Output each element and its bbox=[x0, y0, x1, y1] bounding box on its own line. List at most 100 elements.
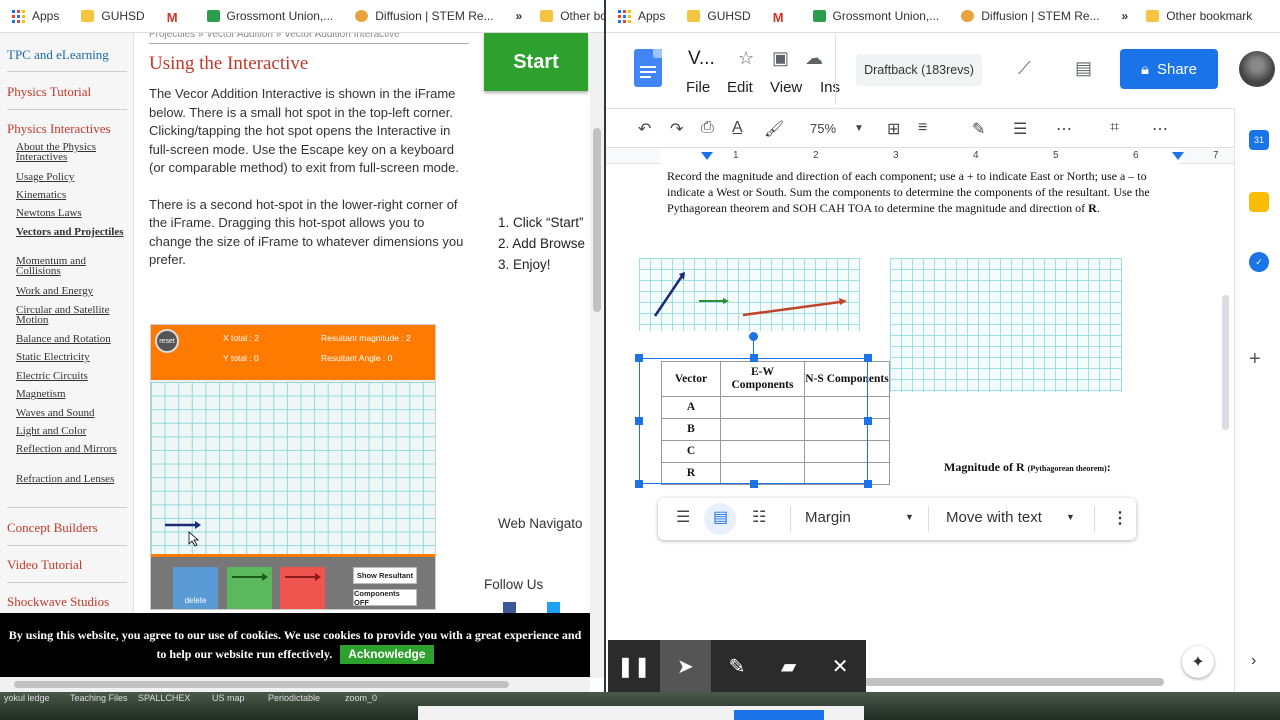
chevron-right-icon[interactable]: › bbox=[1251, 652, 1256, 670]
pointer-icon[interactable]: ➤ bbox=[659, 640, 712, 692]
resize-handle[interactable] bbox=[864, 417, 872, 425]
menu-view[interactable]: View bbox=[770, 79, 802, 96]
document-page[interactable]: Record the magnitude and direction of ea… bbox=[626, 165, 1218, 617]
bookmark-gmail[interactable]: M bbox=[773, 10, 791, 25]
desktop-item[interactable]: US map bbox=[212, 693, 245, 703]
desktop-item[interactable]: Periodictable bbox=[268, 693, 320, 703]
chevron-down-icon[interactable]: ▼ bbox=[854, 123, 864, 134]
blank-grid-image[interactable] bbox=[890, 258, 1122, 392]
nav-physics-tutorial[interactable]: Physics Tutorial bbox=[0, 84, 98, 100]
nav-sub-circuits[interactable]: Electric Circuits bbox=[16, 371, 130, 382]
pause-icon[interactable]: ❚❚ bbox=[608, 640, 660, 692]
horizontal-scroll-thumb[interactable] bbox=[864, 678, 1164, 686]
bookmark-apps[interactable]: Apps bbox=[12, 9, 59, 23]
chevron-down-icon[interactable]: ▼ bbox=[1066, 512, 1075, 522]
resize-handle[interactable] bbox=[750, 354, 758, 362]
nav-sub-newtons[interactable]: Newtons Laws bbox=[16, 208, 130, 219]
move-folder-icon[interactable]: ▣ bbox=[772, 48, 789, 69]
google-docs-icon[interactable] bbox=[634, 49, 662, 87]
bookmark-diffusion[interactable]: Diffusion | STEM Re... bbox=[355, 9, 494, 23]
comments-icon[interactable]: ▤ bbox=[1075, 58, 1092, 79]
nav-tpc-elearning[interactable]: TPC and eLearning bbox=[0, 47, 116, 63]
nav-sub-magnetism[interactable]: Magnetism bbox=[16, 389, 130, 400]
border-color-icon[interactable]: ✎ bbox=[972, 119, 985, 139]
nav-sub-circular[interactable]: Circular and Satellite Motion bbox=[16, 305, 130, 326]
bookmark-diffusion[interactable]: Diffusion | STEM Re... bbox=[961, 9, 1100, 23]
paint-format-icon[interactable]: 🖌︎ bbox=[764, 119, 784, 139]
nav-sub-refraction[interactable]: Refraction and Lenses bbox=[16, 474, 130, 485]
margin-select[interactable]: Margin bbox=[805, 509, 851, 526]
nav-sub-light[interactable]: Light and Color bbox=[16, 426, 130, 437]
nav-sub-reflection[interactable]: Reflection and Mirrors bbox=[16, 444, 130, 455]
desktop-item[interactable]: zoom_0 bbox=[345, 693, 377, 703]
explore-icon[interactable]: ✦ bbox=[1182, 646, 1214, 678]
chevron-down-icon[interactable]: ▼ bbox=[905, 512, 914, 522]
delete-tile[interactable]: delete bbox=[173, 567, 218, 609]
rotate-handle[interactable] bbox=[749, 332, 758, 341]
nav-sub-static[interactable]: Static Electricity bbox=[16, 352, 130, 363]
resize-handle[interactable] bbox=[635, 354, 643, 362]
draftback-button[interactable]: Draftback (183revs) bbox=[856, 54, 982, 86]
show-resultant-button[interactable]: Show Resultant bbox=[353, 567, 417, 584]
more-bookmarks-button[interactable]: » bbox=[516, 9, 523, 23]
keep-icon[interactable] bbox=[1249, 192, 1269, 212]
twitter-icon[interactable] bbox=[547, 602, 560, 613]
document-scroll-thumb[interactable] bbox=[1222, 295, 1229, 430]
border-dash-icon[interactable]: ⋯ bbox=[1056, 119, 1072, 139]
break-text-icon[interactable]: ☷ bbox=[752, 507, 766, 527]
facebook-icon[interactable] bbox=[503, 602, 516, 613]
more-bookmarks-button[interactable]: » bbox=[1122, 9, 1129, 23]
spellcheck-icon[interactable]: A̲ bbox=[732, 119, 743, 137]
menu-edit[interactable]: Edit bbox=[727, 79, 753, 96]
activity-trend-icon[interactable]: ⟋ bbox=[1018, 58, 1031, 79]
ruler[interactable]: 1 2 3 4 5 6 7 bbox=[606, 149, 1280, 164]
vector-interactive-iframe[interactable]: reset X total : 2 Y total : 0 Resultant … bbox=[150, 324, 436, 610]
position-select[interactable]: Move with text bbox=[946, 509, 1042, 526]
desktop-item[interactable]: yokul ledge bbox=[4, 693, 50, 703]
nav-shockwave[interactable]: Shockwave Studios bbox=[0, 594, 116, 610]
green-vector-tile[interactable] bbox=[227, 567, 272, 609]
bookmark-guhsd[interactable]: GUHSD bbox=[81, 9, 145, 23]
nav-sub-kinematics[interactable]: Kinematics bbox=[16, 190, 130, 201]
close-icon[interactable]: ✕ bbox=[814, 640, 866, 692]
tasks-icon[interactable]: ✓ bbox=[1249, 252, 1269, 272]
acknowledge-button[interactable]: Acknowledge bbox=[340, 645, 434, 664]
menu-file[interactable]: File bbox=[686, 79, 710, 96]
resize-handle[interactable] bbox=[864, 480, 872, 488]
resize-handle[interactable] bbox=[635, 417, 643, 425]
nav-video-tutorial[interactable]: Video Tutorial bbox=[0, 557, 89, 573]
calendar-icon[interactable]: 31 bbox=[1249, 130, 1269, 150]
left-indent-marker[interactable] bbox=[701, 152, 713, 160]
vector-diagram-image[interactable] bbox=[639, 258, 860, 331]
avatar[interactable] bbox=[1239, 51, 1275, 87]
wrap-text-icon[interactable]: ▤ bbox=[713, 507, 728, 527]
add-comment-icon[interactable]: ⊞ bbox=[887, 119, 900, 139]
nav-sub-balance[interactable]: Balance and Rotation bbox=[16, 334, 130, 345]
right-indent-marker[interactable] bbox=[1172, 152, 1184, 160]
redo-icon[interactable]: ↷ bbox=[670, 119, 683, 139]
vertical-scroll-thumb[interactable] bbox=[593, 128, 601, 312]
vector-grid[interactable] bbox=[151, 382, 435, 554]
breadcrumb[interactable]: Projectiles » Vector Addition » Vector A… bbox=[149, 33, 469, 44]
more-options-icon[interactable]: ⋯ bbox=[1152, 119, 1168, 139]
border-weight-icon[interactable]: ☰ bbox=[1013, 119, 1027, 139]
resize-handle[interactable] bbox=[750, 480, 758, 488]
desktop-item[interactable]: SPALLCHEX bbox=[138, 693, 190, 703]
crop-icon[interactable]: ⌗ bbox=[1110, 119, 1119, 137]
bookmark-other[interactable]: Other bookmarks bbox=[540, 9, 604, 23]
nav-sub-momentum[interactable]: Momentum and Collisions bbox=[16, 256, 130, 277]
zoom-select[interactable]: 75% bbox=[810, 121, 836, 136]
nav-sub-about[interactable]: About the Physics Interactives bbox=[16, 142, 130, 163]
inline-wrap-icon[interactable]: ☰ bbox=[676, 507, 690, 527]
more-vert-icon[interactable]: ⋮ bbox=[1112, 508, 1128, 528]
align-icon[interactable]: ≡ bbox=[918, 119, 927, 137]
resize-handle[interactable] bbox=[864, 354, 872, 362]
menu-insert[interactable]: Ins bbox=[820, 79, 840, 96]
start-button[interactable]: Start bbox=[484, 33, 588, 91]
bookmark-grossmont[interactable]: Grossmont Union,... bbox=[206, 9, 333, 23]
nav-sub-waves[interactable]: Waves and Sound bbox=[16, 408, 130, 419]
desktop-item[interactable]: Teaching Files bbox=[70, 693, 128, 703]
red-vector-tile[interactable] bbox=[280, 567, 325, 609]
reset-button[interactable]: reset bbox=[155, 329, 179, 353]
bookmark-guhsd[interactable]: GUHSD bbox=[687, 9, 751, 23]
